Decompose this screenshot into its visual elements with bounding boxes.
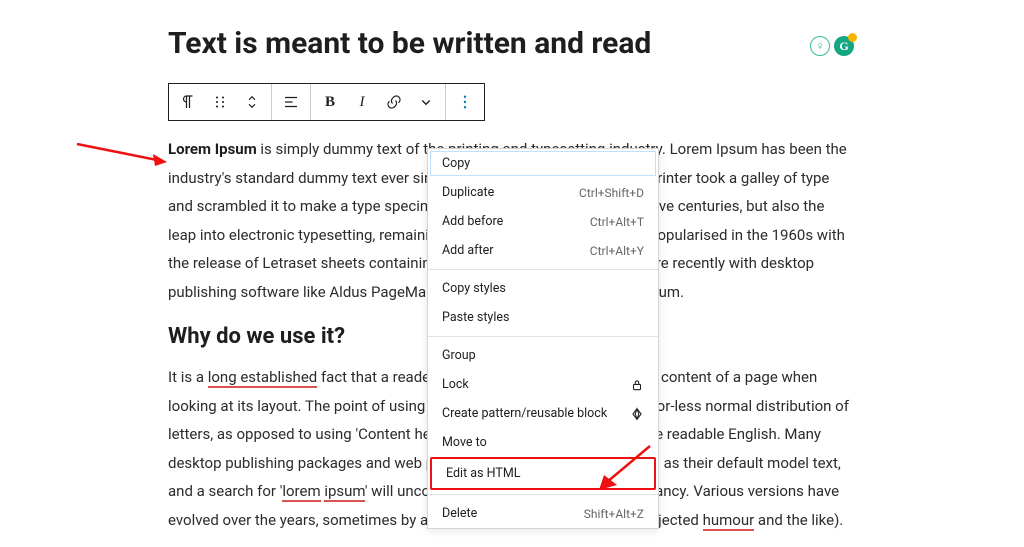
block-toolbar: B I — [168, 83, 485, 121]
shortcut-text: Shift+Alt+Z — [584, 507, 644, 521]
shortcut-text: Ctrl+Alt+Y — [590, 244, 644, 258]
diamond-icon — [630, 407, 644, 421]
paragraph-icon[interactable] — [175, 84, 201, 120]
italic-button[interactable]: I — [349, 84, 375, 120]
spellcheck-underline: humour — [703, 511, 755, 531]
spellcheck-underline: long established — [208, 368, 318, 388]
shortcut-text: Ctrl+Shift+D — [579, 186, 644, 200]
yoast-icon[interactable]: ♀ — [810, 36, 830, 56]
annotation-arrow — [595, 440, 655, 499]
menu-group[interactable]: Group — [428, 341, 658, 370]
menu-create-pattern[interactable]: Create pattern/reusable block — [428, 399, 658, 428]
page-title: Text is meant to be written and read — [168, 24, 854, 63]
menu-duplicate[interactable]: Duplicate Ctrl+Shift+D — [428, 178, 658, 207]
shortcut-text: Ctrl+Alt+T — [590, 215, 644, 229]
spellcheck-underline: ipsum — [324, 482, 364, 502]
lock-icon — [630, 378, 644, 392]
annotation-arrow — [75, 138, 170, 172]
menu-lock[interactable]: Lock — [428, 370, 658, 399]
align-icon[interactable] — [278, 84, 304, 120]
menu-paste-styles[interactable]: Paste styles — [428, 303, 658, 332]
bold-button[interactable]: B — [317, 84, 343, 120]
grammarly-icon[interactable]: G — [834, 36, 854, 56]
drag-handle-icon[interactable] — [207, 84, 233, 120]
bold-text: Lorem Ipsum — [168, 140, 257, 158]
link-icon[interactable] — [381, 84, 407, 120]
spellcheck-underline: lorem — [282, 482, 320, 502]
more-options-icon[interactable] — [452, 84, 478, 120]
menu-delete[interactable]: Delete Shift+Alt+Z — [428, 499, 658, 528]
move-updown-icon[interactable] — [239, 84, 265, 120]
menu-add-before[interactable]: Add before Ctrl+Alt+T — [428, 207, 658, 236]
chevron-down-icon[interactable] — [413, 84, 439, 120]
menu-add-after[interactable]: Add after Ctrl+Alt+Y — [428, 236, 658, 265]
menu-copy[interactable]: Copy — [428, 149, 658, 178]
menu-copy-styles[interactable]: Copy styles — [428, 274, 658, 303]
plugin-badges: ♀ G — [810, 36, 854, 56]
